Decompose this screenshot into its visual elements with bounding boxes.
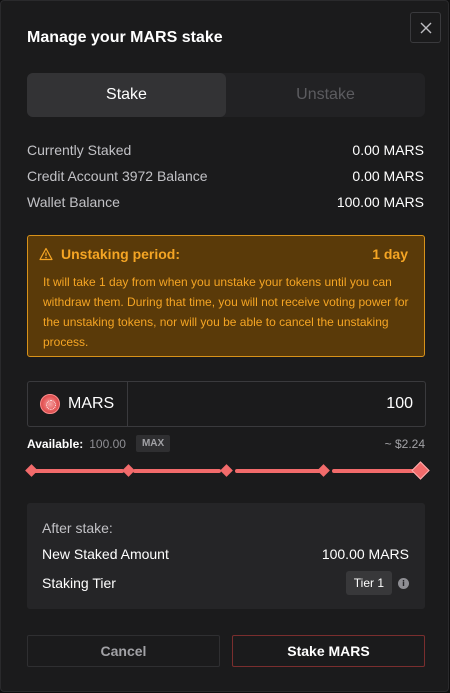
wallet-balance-row: Wallet Balance 100.00 MARS [27, 194, 424, 210]
staking-tier-row: Staking Tier Tier 1 i [42, 571, 409, 595]
tab-unstake[interactable]: Unstake [226, 73, 425, 117]
slider-track-segment [235, 469, 321, 473]
slider-track-segment [332, 469, 417, 473]
after-stake-title: After stake: [42, 520, 113, 536]
slider-mark-25[interactable] [122, 464, 135, 477]
currently-staked-row: Currently Staked 0.00 MARS [27, 142, 424, 158]
warning-body: It will take 1 day from when you unstake… [43, 275, 409, 349]
new-staked-label: New Staked Amount [42, 546, 169, 562]
available-row: Available: 100.00 MAX ~ $2.24 [27, 435, 425, 452]
credit-account-balance-row: Credit Account 3972 Balance 0.00 MARS [27, 168, 424, 184]
available-label: Available: [27, 436, 84, 451]
close-icon [420, 22, 431, 33]
amount-input[interactable] [128, 382, 425, 426]
slider-mark-0[interactable] [25, 464, 38, 477]
cancel-button[interactable]: Cancel [27, 635, 220, 667]
close-button[interactable] [410, 12, 441, 43]
slider-track-segment [33, 469, 124, 473]
mars-token-icon [40, 394, 60, 414]
warning-icon [39, 247, 53, 261]
asset-selector[interactable]: MARS [28, 382, 128, 426]
stake-tabs: Stake Unstake [27, 73, 425, 117]
stake-modal: Manage your MARS stake Stake Unstake Cur… [0, 0, 449, 692]
stake-amount-field: MARS [27, 381, 426, 427]
new-staked-row: New Staked Amount 100.00 MARS [42, 546, 409, 562]
warning-duration: 1 day [372, 246, 408, 262]
warning-header: Unstaking period: 1 day [39, 246, 408, 262]
staking-tier-label: Staking Tier [42, 575, 116, 591]
unstaking-period-warning: Unstaking period: 1 day It will take 1 d… [27, 235, 425, 357]
info-icon[interactable]: i [398, 577, 409, 589]
tier-badge: Tier 1 [345, 571, 392, 595]
stake-mars-button[interactable]: Stake MARS [232, 635, 425, 667]
slider-mark-50[interactable] [220, 464, 233, 477]
slider-mark-75[interactable] [317, 464, 330, 477]
modal-title: Manage your MARS stake [27, 29, 223, 46]
credit-account-balance-label: Credit Account 3972 Balance [27, 168, 208, 184]
currently-staked-value: 0.00 MARS [352, 142, 424, 158]
new-staked-value: 100.00 MARS [321, 546, 409, 562]
wallet-balance-label: Wallet Balance [27, 194, 120, 210]
credit-account-balance-value: 0.00 MARS [352, 168, 424, 184]
usd-value: ~ $2.24 [384, 436, 425, 451]
slider-track-segment [133, 469, 221, 473]
wallet-balance-value: 100.00 MARS [336, 194, 424, 210]
tab-stake[interactable]: Stake [27, 73, 226, 117]
warning-title: Unstaking period: [61, 246, 181, 262]
currently-staked-label: Currently Staked [27, 142, 132, 158]
slider-handle[interactable] [411, 461, 430, 480]
after-stake-summary: After stake: New Staked Amount 100.00 MA… [27, 503, 425, 609]
available-value: 100.00 [89, 436, 126, 451]
max-button[interactable]: MAX [135, 435, 171, 452]
asset-symbol: MARS [68, 395, 115, 412]
amount-slider[interactable] [25, 461, 430, 481]
